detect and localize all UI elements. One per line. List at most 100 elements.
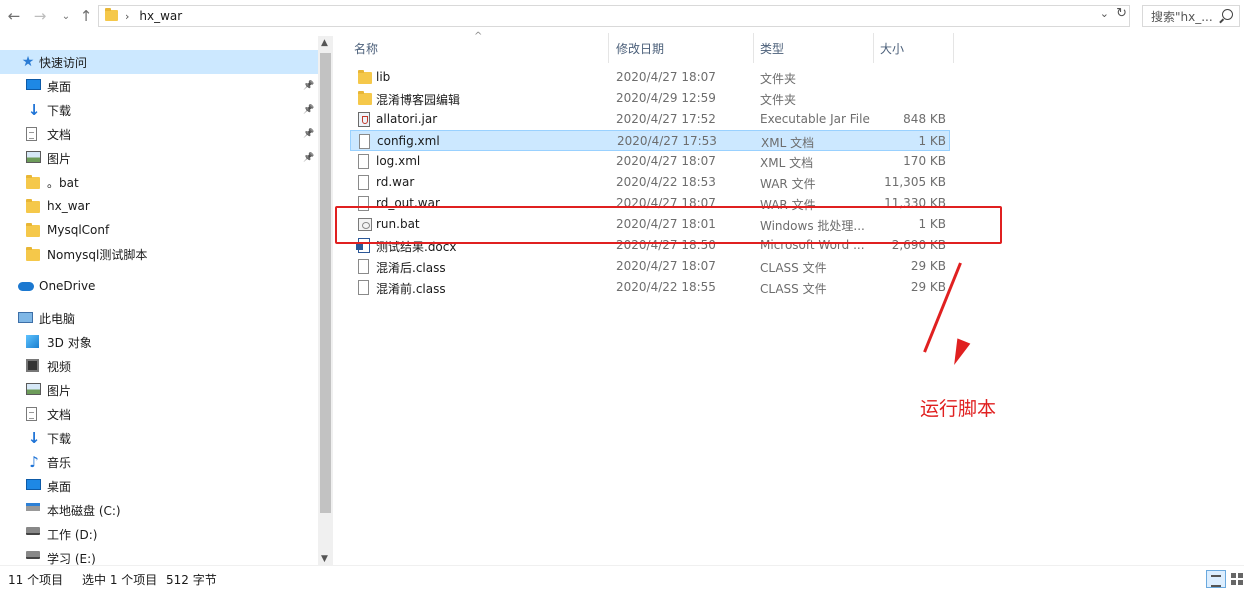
nav-this-pc[interactable]: 此电脑 bbox=[0, 306, 318, 330]
column-divider[interactable] bbox=[608, 33, 609, 63]
column-header-date[interactable]: 修改日期 bbox=[616, 33, 752, 63]
scroll-up-icon[interactable]: ▲ bbox=[321, 38, 328, 48]
sidebar-pc-item-2[interactable]: 图片 bbox=[0, 378, 318, 402]
file-name: lib bbox=[376, 70, 391, 84]
sort-ascending-icon: ^ bbox=[474, 31, 483, 42]
sidebar-quick-item-7[interactable]: Nomysql测试脚本 bbox=[0, 242, 318, 266]
nav-label: MysqlConf bbox=[47, 223, 110, 237]
sidebar-pc-item-5[interactable]: ♪ 音乐 bbox=[0, 450, 318, 474]
details-view-button[interactable] bbox=[1206, 570, 1226, 588]
column-divider[interactable] bbox=[953, 33, 954, 63]
folder-icon bbox=[26, 247, 40, 261]
folder-icon bbox=[105, 8, 118, 21]
pin-icon[interactable]: 📌 bbox=[303, 129, 314, 139]
pin-icon[interactable]: 📌 bbox=[303, 105, 314, 115]
nav-label: 工作 (D:) bbox=[47, 527, 98, 542]
file-row[interactable]: config.xml 2020/4/27 17:53 XML 文档 1 KB bbox=[350, 130, 950, 151]
address-dropdown-icon[interactable]: ⌄ bbox=[1100, 7, 1109, 20]
drive-c-icon bbox=[26, 503, 40, 511]
file-row[interactable]: rd.war 2020/4/22 18:53 WAR 文件 11,305 KB bbox=[350, 172, 950, 193]
nav-onedrive[interactable]: OneDrive bbox=[0, 274, 318, 298]
navigation-pane: ★ 快速访问 桌面 📌 ↓ 下载 📌 文档 📌 图片 📌 。bat hx_war MysqlConf N… bbox=[0, 33, 318, 565]
download-icon: ↓ bbox=[27, 429, 41, 447]
file-row[interactable]: log.xml 2020/4/27 18:07 XML 文档 170 KB bbox=[350, 151, 950, 172]
column-label: 名称 bbox=[354, 41, 379, 56]
nav-label: 学习 (E:) bbox=[47, 551, 96, 566]
back-arrow-icon[interactable]: ← bbox=[4, 6, 24, 26]
nav-label: hx_war bbox=[47, 199, 90, 213]
sidebar-quick-item-3[interactable]: 图片 📌 bbox=[0, 146, 318, 170]
nav-scrollbar[interactable]: ▲ ▼ bbox=[318, 36, 333, 565]
file-icon bbox=[358, 175, 369, 190]
pin-icon[interactable]: 📌 bbox=[303, 153, 314, 163]
nav-label: 本地磁盘 (C:) bbox=[47, 503, 121, 518]
nav-quick-access[interactable]: ★ 快速访问 bbox=[0, 50, 318, 74]
column-header-type[interactable]: 类型 bbox=[760, 33, 870, 63]
file-name: config.xml bbox=[377, 134, 440, 148]
sidebar-pc-item-1[interactable]: 视频 bbox=[0, 354, 318, 378]
address-bar[interactable]: › hx_war ⌄ ↻ bbox=[98, 5, 1130, 27]
file-type: CLASS 文件 bbox=[760, 261, 827, 275]
sidebar-pc-item-8[interactable]: 工作 (D:) bbox=[0, 522, 318, 546]
file-type: WAR 文件 bbox=[760, 177, 816, 191]
breadcrumb-current[interactable]: hx_war bbox=[139, 9, 182, 23]
status-bar: 11 个项目 选中 1 个项目 512 字节 bbox=[0, 565, 1244, 594]
file-row[interactable]: 混淆博客园编辑 2020/4/29 12:59 文件夹 bbox=[350, 88, 950, 109]
search-box[interactable]: 搜索"hx_... bbox=[1142, 5, 1240, 27]
file-date: 2020/4/27 18:07 bbox=[616, 154, 716, 168]
scrollbar-thumb[interactable] bbox=[320, 53, 331, 513]
nav-label: 音乐 bbox=[47, 455, 72, 470]
pin-icon[interactable]: 📌 bbox=[303, 81, 314, 91]
nav-label: 快速访问 bbox=[39, 55, 88, 70]
file-name: 混淆前.class bbox=[376, 282, 446, 296]
sidebar-quick-item-6[interactable]: MysqlConf bbox=[0, 218, 318, 242]
file-date: 2020/4/27 18:07 bbox=[616, 259, 716, 273]
music-icon: ♪ bbox=[29, 453, 39, 471]
file-icon bbox=[358, 280, 369, 295]
file-row[interactable]: 混淆前.class 2020/4/22 18:55 CLASS 文件 29 KB bbox=[350, 277, 950, 298]
column-divider[interactable] bbox=[873, 33, 874, 63]
folder-icon bbox=[26, 175, 40, 189]
refresh-icon[interactable]: ↻ bbox=[1116, 6, 1127, 21]
nav-label: 。bat bbox=[47, 175, 79, 190]
large-icons-view-button[interactable] bbox=[1228, 570, 1244, 588]
desktop-icon bbox=[26, 79, 41, 90]
column-header-size[interactable]: 大小 bbox=[880, 33, 950, 63]
sidebar-pc-item-7[interactable]: 本地磁盘 (C:) bbox=[0, 498, 318, 522]
sidebar-quick-item-0[interactable]: 桌面 📌 bbox=[0, 74, 318, 98]
sidebar-quick-item-2[interactable]: 文档 📌 bbox=[0, 122, 318, 146]
nav-label: 3D 对象 bbox=[47, 335, 92, 350]
nav-label: Nomysql测试脚本 bbox=[47, 247, 148, 262]
file-row[interactable]: allatori.jar 2020/4/27 17:52 Executable Ja… bbox=[350, 109, 950, 130]
sidebar-pc-item-3[interactable]: 文档 bbox=[0, 402, 318, 426]
sidebar-quick-item-5[interactable]: hx_war bbox=[0, 194, 318, 218]
forward-arrow-icon[interactable]: → bbox=[30, 6, 50, 26]
scroll-down-icon[interactable]: ▼ bbox=[321, 554, 328, 564]
sidebar-pc-item-4[interactable]: ↓ 下载 bbox=[0, 426, 318, 450]
sidebar-pc-item-0[interactable]: 3D 对象 bbox=[0, 330, 318, 354]
address-toolbar: ← → ⌄ ↑ › hx_war ⌄ ↻ 搜索"hx_... bbox=[0, 0, 1244, 33]
column-divider[interactable] bbox=[753, 33, 754, 63]
drive-icon bbox=[26, 551, 40, 559]
up-arrow-icon[interactable]: ↑ bbox=[76, 6, 96, 26]
file-size: 11,305 KB bbox=[884, 175, 946, 189]
sidebar-quick-item-4[interactable]: 。bat bbox=[0, 170, 318, 194]
video-icon bbox=[26, 359, 39, 372]
search-input[interactable]: 搜索"hx_... bbox=[1151, 8, 1217, 25]
nav-label: 桌面 bbox=[47, 79, 72, 94]
chevron-down-icon[interactable]: ⌄ bbox=[56, 6, 76, 26]
file-list: 名称 ^ 修改日期 类型 大小 lib 2020/4/27 18:07 文件夹混淆博… bbox=[334, 31, 1244, 565]
highlight-box bbox=[335, 206, 1002, 244]
file-row[interactable]: 混淆后.class 2020/4/27 18:07 CLASS 文件 29 KB bbox=[350, 256, 950, 277]
column-label: 类型 bbox=[760, 41, 785, 56]
file-type: 文件夹 bbox=[760, 72, 797, 86]
file-size: 848 KB bbox=[903, 112, 946, 126]
sidebar-pc-item-9[interactable]: 学习 (E:) bbox=[0, 546, 318, 565]
sidebar-quick-item-1[interactable]: ↓ 下载 📌 bbox=[0, 98, 318, 122]
sidebar-pc-item-6[interactable]: 桌面 bbox=[0, 474, 318, 498]
nav-label: 视频 bbox=[47, 359, 72, 374]
picture-icon bbox=[26, 151, 41, 163]
file-row[interactable]: lib 2020/4/27 18:07 文件夹 bbox=[350, 67, 950, 88]
file-date: 2020/4/29 12:59 bbox=[616, 91, 716, 105]
file-date: 2020/4/27 18:07 bbox=[616, 70, 716, 84]
